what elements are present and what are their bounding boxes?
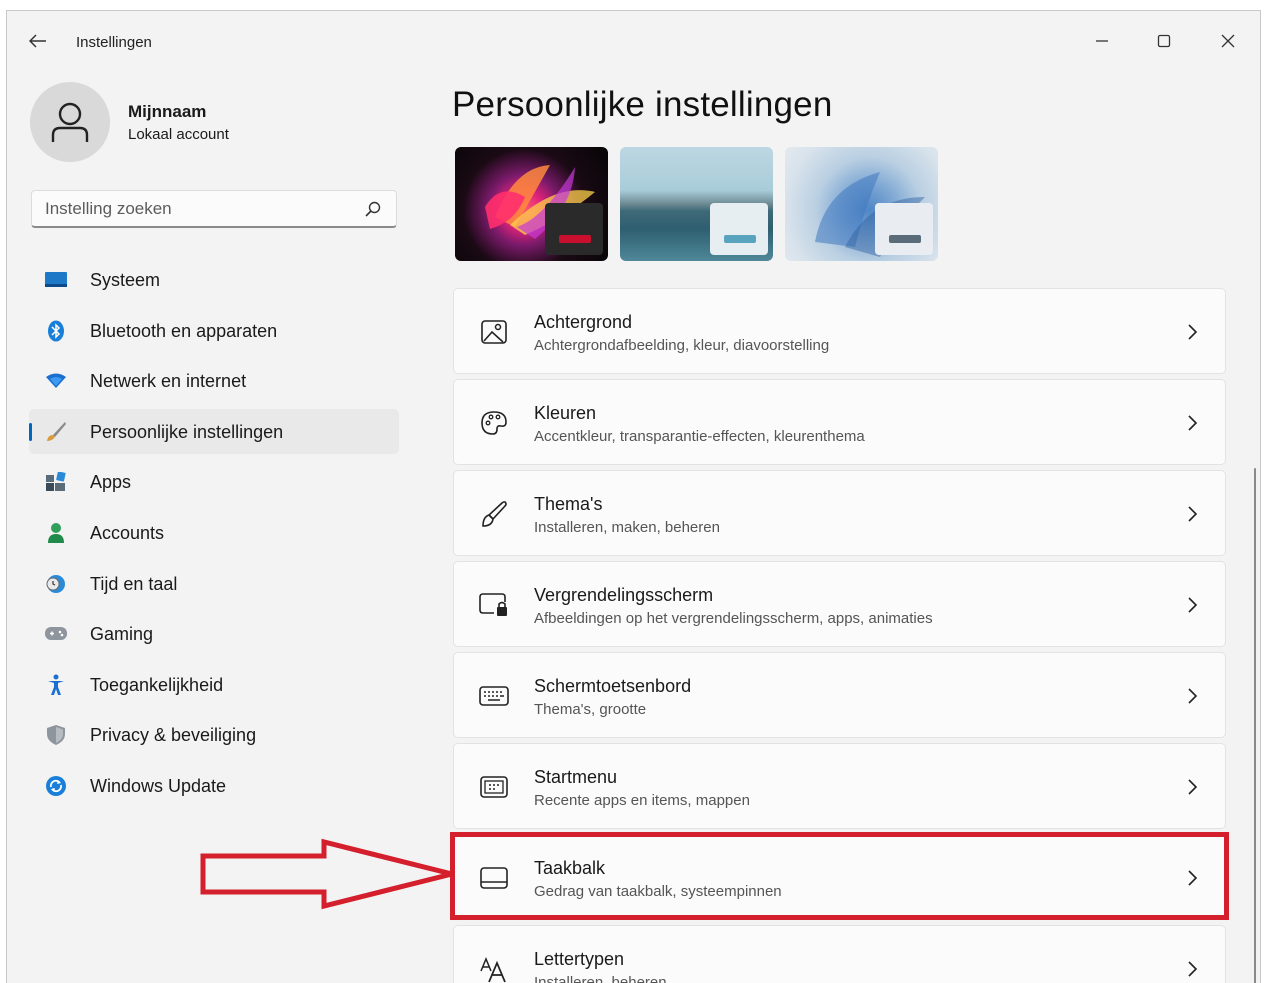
setting-card-achtergrond[interactable]: Achtergrond Achtergrondafbeelding, kleur…	[453, 288, 1226, 374]
theme-accent-bar	[889, 235, 921, 243]
setting-card-lettertypen[interactable]: Lettertypen Installeren, beheren	[453, 925, 1226, 983]
setting-card-startmenu[interactable]: Startmenu Recente apps en items, mappen	[453, 743, 1226, 829]
shield-icon	[45, 724, 67, 746]
setting-card-vergrendelingsscherm[interactable]: Vergrendelingsscherm Afbeeldingen op het…	[453, 561, 1226, 647]
brush-icon	[479, 500, 509, 528]
globe-clock-icon	[45, 573, 67, 595]
fonts-icon	[479, 955, 509, 983]
taskbar-icon	[479, 864, 509, 892]
minimize-icon	[1096, 40, 1108, 42]
settings-window: Instellingen Mijnnaam Lokaal account Ins…	[6, 10, 1261, 983]
search-box[interactable]	[31, 190, 397, 228]
chevron-right-icon	[1188, 779, 1198, 795]
maximize-icon	[1157, 34, 1171, 48]
active-indicator	[29, 422, 32, 441]
chevron-right-icon	[1188, 961, 1198, 977]
scrollbar[interactable]	[1254, 468, 1256, 983]
monitor-icon	[45, 269, 67, 291]
accessibility-icon	[45, 674, 67, 696]
palette-icon	[479, 409, 509, 437]
theme-window-preview	[710, 203, 768, 255]
user-name: Mijnnaam	[128, 102, 207, 121]
apps-icon	[45, 471, 67, 493]
theme-accent-bar	[724, 235, 756, 243]
bluetooth-icon	[45, 320, 67, 342]
sidebar-nav: Systeem Bluetooth en apparaten Netwerk e…	[29, 257, 399, 814]
settings-list: Achtergrond Achtergrondafbeelding, kleur…	[453, 288, 1226, 983]
sidebar-item-systeem[interactable]: Systeem	[29, 257, 399, 302]
keyboard-icon	[479, 682, 509, 710]
gamepad-icon	[45, 623, 67, 645]
sidebar-item-accounts[interactable]: Accounts	[29, 510, 399, 555]
setting-card-schermtoetsenbord[interactable]: Schermtoetsenbord Thema's, grootte	[453, 652, 1226, 738]
sidebar-item-apps[interactable]: Apps	[29, 459, 399, 504]
theme-preview-lake[interactable]	[620, 147, 773, 261]
sidebar-item-windows-update[interactable]: Windows Update	[29, 763, 399, 808]
sidebar-item-persoonlijke-instellingen[interactable]: Persoonlijke instellingen	[29, 408, 399, 454]
back-button[interactable]	[23, 27, 53, 55]
sidebar-item-tijd-en-taal[interactable]: Tijd en taal	[29, 561, 399, 606]
arrow-left-icon	[29, 34, 46, 48]
chevron-right-icon	[1188, 870, 1198, 886]
sidebar-item-netwerk[interactable]: Netwerk en internet	[29, 358, 399, 403]
sidebar-item-privacy[interactable]: Privacy & beveiliging	[29, 712, 399, 757]
sidebar-item-toegankelijkheid[interactable]: Toegankelijkheid	[29, 662, 399, 707]
theme-window-preview	[545, 203, 603, 255]
search-input[interactable]	[32, 191, 352, 227]
person-icon	[45, 522, 67, 544]
setting-card-kleuren[interactable]: Kleuren Accentkleur, transparantie-effec…	[453, 379, 1226, 465]
setting-card-taakbalk[interactable]: Taakbalk Gedrag van taakbalk, systeempin…	[453, 834, 1226, 920]
sidebar-item-bluetooth[interactable]: Bluetooth en apparaten	[29, 308, 399, 353]
app-title: Instellingen	[76, 34, 152, 51]
chevron-right-icon	[1188, 506, 1198, 522]
chevron-right-icon	[1188, 415, 1198, 431]
picture-icon	[479, 318, 509, 346]
page-title: Persoonlijke instellingen	[452, 85, 833, 124]
brush-icon	[45, 421, 67, 443]
theme-preview-bloom-light[interactable]	[785, 147, 938, 261]
account-type: Lokaal account	[128, 126, 229, 143]
start-menu-icon	[479, 773, 509, 801]
sidebar-item-gaming[interactable]: Gaming	[29, 611, 399, 656]
person-icon	[51, 102, 89, 142]
chevron-right-icon	[1188, 597, 1198, 613]
chevron-right-icon	[1188, 688, 1198, 704]
theme-previews	[455, 147, 938, 261]
lock-screen-icon	[479, 591, 509, 619]
maximize-button[interactable]	[1141, 21, 1187, 61]
red-arrow-annotation	[200, 838, 453, 910]
theme-accent-bar	[559, 235, 591, 243]
setting-card-themas[interactable]: Thema's Installeren, maken, beheren	[453, 470, 1226, 556]
search-icon[interactable]	[364, 200, 382, 218]
title-bar: Instellingen	[7, 11, 1260, 63]
close-icon	[1221, 34, 1235, 48]
theme-window-preview	[875, 203, 933, 255]
theme-preview-bloom-dark[interactable]	[455, 147, 608, 261]
minimize-button[interactable]	[1079, 21, 1125, 61]
update-icon	[45, 775, 67, 797]
avatar[interactable]	[30, 82, 110, 162]
wifi-icon	[45, 370, 67, 392]
close-button[interactable]	[1205, 21, 1251, 61]
chevron-right-icon	[1188, 324, 1198, 340]
